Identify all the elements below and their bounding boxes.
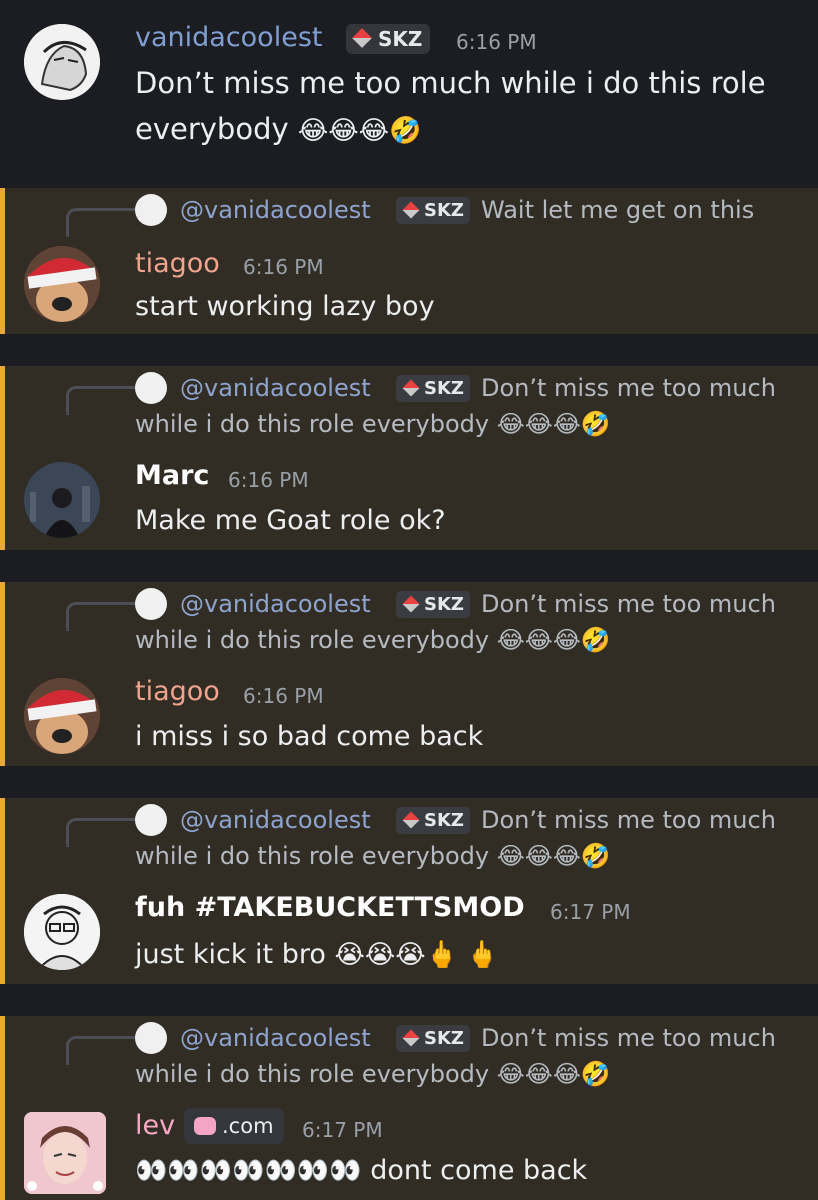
reply-preview-line2[interactable]: while i do this role everybody 😂😂😂🤣 [135,842,611,870]
reply-preview-line2[interactable]: while i do this role everybody 😂😂😂🤣 [135,1060,611,1088]
reply-mention[interactable]: @vanidacoolest [180,590,371,618]
reply-avatar[interactable] [135,1022,167,1054]
gem-icon [402,379,420,397]
reply-preview-part: while i do this role everybody [135,626,490,654]
timestamp: 6:17 PM [550,900,631,924]
profile-badge[interactable]: .com [184,1108,284,1144]
profile-badge-label: .com [222,1114,274,1138]
avatar[interactable] [24,1112,106,1194]
laugh-emoji-group: 😂😂😂🤣 [496,410,611,438]
message-marc: @vanidacoolest SKZ Don’t miss me too muc… [0,366,818,550]
reply-preview[interactable]: Don’t miss me too much [481,374,776,402]
avatar[interactable] [24,24,100,100]
reply-preview-line2[interactable]: while i do this role everybody 😂😂😂🤣 [135,626,611,654]
laugh-emoji-group: 😂😂😂🤣 [496,842,611,870]
reply-mention[interactable]: @vanidacoolest [180,1024,371,1052]
message-text-line2: everybody 😂😂😂🤣 [135,110,421,150]
reply-preview-line2[interactable]: while i do this role everybody 😂😂😂🤣 [135,410,611,438]
gem-icon [352,28,372,48]
message-text: just kick it bro [135,939,326,970]
avatar[interactable] [24,678,100,754]
gem-icon [402,1029,420,1047]
reply-role-tag-label: SKZ [424,810,464,831]
author-name[interactable]: tiagoo [135,248,220,279]
message-vanidacoolest: vanidacoolest SKZ 6:16 PM Don’t miss me … [0,0,818,160]
reply-preview[interactable]: Don’t miss me too much [481,590,776,618]
message-text: i miss i so bad come back [135,721,484,752]
reply-role-tag-label: SKZ [424,594,464,615]
author-name[interactable]: Marc [135,460,209,491]
reply-preview[interactable]: Don’t miss me too much [481,806,776,834]
reply-connector [66,208,135,237]
gem-icon [402,811,420,829]
reply-role-tag-label: SKZ [424,200,464,221]
reply-role-tag: SKZ [396,375,470,402]
avatar[interactable] [24,894,100,970]
message-text: dont come back [370,1155,588,1186]
timestamp: 6:16 PM [243,255,324,279]
reply-avatar[interactable] [135,588,167,620]
role-tag[interactable]: SKZ [346,24,431,54]
reply-preview-part: while i do this role everybody [135,410,490,438]
message-lev: @vanidacoolest SKZ Don’t miss me too muc… [0,1016,818,1200]
reply-preview[interactable]: Wait let me get on this [481,196,754,224]
reply-role-tag-label: SKZ [424,1028,464,1049]
reply-role-tag: SKZ [396,591,470,618]
gem-icon [402,201,420,219]
reply-avatar[interactable] [135,804,167,836]
message-text: Don’t miss me too much while i do this r… [135,66,766,100]
reply-connector [66,818,135,847]
laugh-emoji-group: 😂😂😂🤣 [297,116,422,146]
reply-avatar[interactable] [135,194,167,226]
laugh-emoji-group: 😂😂😂🤣 [496,1060,611,1088]
author-name[interactable]: fuh #TAKEBUCKETTSMOD [135,892,525,923]
timestamp: 6:16 PM [456,30,537,54]
reply-avatar[interactable] [135,372,167,404]
avatar[interactable] [24,462,100,538]
message-text-line: 👀👀👀👀👀👀👀 dont come back [135,1152,587,1190]
eyes-emoji-group: 👀👀👀👀👀👀👀 [135,1156,362,1186]
timestamp: 6:16 PM [228,468,309,492]
reply-preview-part: while i do this role everybody [135,842,490,870]
laugh-emoji-group: 😂😂😂🤣 [496,626,611,654]
reply-mention[interactable]: @vanidacoolest [180,374,371,402]
reply-mention[interactable]: @vanidacoolest [180,196,371,224]
reply-preview-part: while i do this role everybody [135,1060,490,1088]
message-fuh: @vanidacoolest SKZ Don’t miss me too muc… [0,798,818,984]
role-tag-label: SKZ [378,27,423,51]
message-text-line: just kick it bro 😭😭😭🖕 🖕 [135,936,499,974]
reply-connector [66,1036,135,1065]
message-text: start working lazy boy [135,291,435,322]
author-name[interactable]: tiagoo [135,676,220,707]
message-tiagoo-1: @vanidacoolest SKZ Wait let me get on th… [0,188,818,334]
reply-preview[interactable]: Don’t miss me too much [481,1024,776,1052]
message-text: Make me Goat role ok? [135,505,446,536]
crying-emoji-group: 😭😭😭🖕 🖕 [334,940,499,970]
timestamp: 6:16 PM [243,684,324,708]
reply-role-tag: SKZ [396,1025,470,1052]
heart-icon [194,1117,216,1135]
reply-role-tag: SKZ [396,807,470,834]
reply-role-tag-label: SKZ [424,378,464,399]
reply-role-tag: SKZ [396,197,470,224]
message-tiagoo-2: @vanidacoolest SKZ Don’t miss me too muc… [0,582,818,766]
avatar[interactable] [24,246,100,322]
message-text-part: everybody [135,112,289,146]
author-name[interactable]: vanidacoolest [135,22,322,53]
reply-mention[interactable]: @vanidacoolest [180,806,371,834]
author-name[interactable]: lev [135,1110,175,1141]
gem-icon [402,595,420,613]
timestamp: 6:17 PM [302,1118,383,1142]
reply-connector [66,602,135,631]
reply-connector [66,386,135,415]
